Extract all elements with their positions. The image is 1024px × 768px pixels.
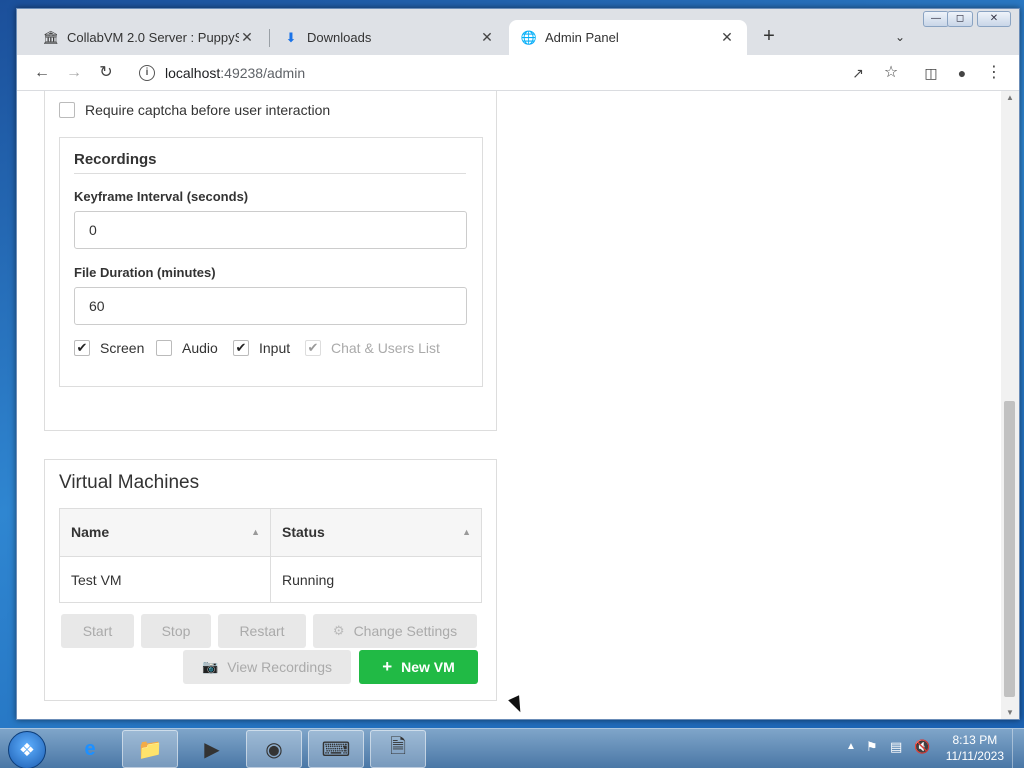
keyframe-interval-label: Keyframe Interval (seconds) bbox=[74, 189, 249, 204]
recordings-fieldset: Recordings Keyframe Interval (seconds) 0… bbox=[59, 137, 483, 387]
tab-admin-panel[interactable]: 🌐 Admin Panel ✕ bbox=[509, 20, 747, 55]
screen-label: Screen bbox=[100, 340, 145, 356]
tab-title: Downloads bbox=[307, 30, 372, 45]
stop-button[interactable]: Stop bbox=[141, 614, 211, 648]
keyboard-app-icon[interactable]: ⌨ bbox=[308, 730, 364, 768]
scroll-up-arrow-icon[interactable]: ▲ bbox=[1001, 93, 1019, 102]
vm-status-cell: Running bbox=[270, 557, 481, 602]
volume-muted-icon[interactable]: 🔇 bbox=[914, 739, 930, 755]
tab-separator bbox=[269, 29, 270, 47]
forward-icon[interactable]: → bbox=[62, 61, 86, 85]
keyframe-interval-input[interactable]: 0 bbox=[74, 211, 467, 249]
restart-button[interactable]: Restart bbox=[218, 614, 306, 648]
recordings-heading: Recordings bbox=[74, 151, 157, 168]
menu-kebab-icon[interactable]: ⋮ bbox=[982, 61, 1006, 85]
tab-title: CollabVM 2.0 Server : PuppySans bbox=[67, 30, 239, 45]
tab-collabvm[interactable]: 🏛 CollabVM 2.0 Server : PuppySans ✕ bbox=[31, 20, 267, 55]
input-label: Input bbox=[259, 340, 291, 356]
chrome-icon[interactable]: ◉ bbox=[246, 730, 302, 768]
gear-icon: ⚙ bbox=[332, 623, 345, 638]
column-header-name[interactable]: Name ▲ bbox=[60, 509, 270, 556]
vm-name-cell: Test VM bbox=[71, 572, 122, 588]
share-icon[interactable]: ↗ bbox=[846, 61, 870, 85]
profile-icon[interactable]: ● bbox=[950, 61, 974, 85]
browser-window: 🏛 CollabVM 2.0 Server : PuppySans ✕ ⬇ Do… bbox=[16, 8, 1020, 720]
checkbox-box[interactable] bbox=[59, 102, 75, 118]
tab-search-button[interactable]: ⌄ bbox=[890, 27, 910, 47]
audio-checkbox[interactable]: Audio bbox=[156, 340, 218, 356]
close-icon[interactable]: ✕ bbox=[719, 29, 735, 46]
captcha-label: Require captcha before user interaction bbox=[85, 102, 331, 118]
input-checkbox[interactable]: ✔ Input bbox=[233, 340, 290, 356]
page-scrollbar[interactable]: ▲ ▼ bbox=[1001, 91, 1019, 719]
page-content: Require captcha before user interaction … bbox=[17, 91, 1001, 719]
scroll-down-arrow-icon[interactable]: ▼ bbox=[1001, 708, 1019, 717]
internet-explorer-icon[interactable]: e bbox=[62, 730, 118, 768]
vm-table: Name ▲ Status ▲ Test VM Running bbox=[59, 508, 482, 603]
chat-users-list-checkbox: ✔ Chat & Users List bbox=[305, 340, 440, 356]
plus-icon: + bbox=[382, 657, 393, 676]
browser-toolbar: ← → ↻ i localhost:49238/admin ↗ ☆ ◫ ● ⋮ bbox=[17, 55, 1019, 91]
tab-title: Admin Panel bbox=[545, 30, 619, 45]
clock-time: 8:13 PM bbox=[952, 733, 998, 747]
divider bbox=[74, 173, 466, 174]
start-button[interactable]: ❖ bbox=[8, 731, 46, 768]
virtual-machines-panel: Virtual Machines Name ▲ Status ▲ Test VM R… bbox=[44, 459, 497, 701]
media-player-icon[interactable]: ▶ bbox=[184, 730, 240, 768]
clock-date: 11/11/2023 bbox=[945, 749, 1004, 763]
download-icon: ⬇ bbox=[285, 29, 297, 45]
checkmark-icon: ✔ bbox=[305, 340, 321, 356]
start-button[interactable]: Start bbox=[61, 614, 134, 648]
checkmark-icon[interactable]: ✔ bbox=[233, 340, 249, 356]
sort-arrow-icon: ▲ bbox=[251, 527, 260, 537]
audio-label: Audio bbox=[182, 340, 218, 356]
network-icon[interactable]: ▤ bbox=[890, 739, 902, 755]
column-header-status[interactable]: Status ▲ bbox=[270, 509, 481, 556]
file-explorer-icon[interactable]: 📁 bbox=[122, 730, 178, 768]
tray-expand-icon[interactable]: ▲ bbox=[846, 741, 856, 752]
tab-strip: 🏛 CollabVM 2.0 Server : PuppySans ✕ ⬇ Do… bbox=[17, 9, 1019, 55]
maximize-button[interactable]: ◻ bbox=[947, 11, 973, 27]
new-tab-button[interactable]: + bbox=[757, 25, 781, 49]
tab-downloads[interactable]: ⬇ Downloads ✕ bbox=[271, 20, 507, 55]
view-recordings-button[interactable]: 📷 View Recordings bbox=[183, 650, 351, 684]
show-desktop-button[interactable] bbox=[1012, 729, 1024, 768]
site-info-icon[interactable]: i bbox=[139, 65, 155, 81]
scrollbar-thumb[interactable] bbox=[1004, 401, 1015, 697]
bookmark-star-icon[interactable]: ☆ bbox=[879, 61, 903, 85]
file-duration-label: File Duration (minutes) bbox=[74, 265, 216, 280]
camera-icon: 📷 bbox=[202, 659, 219, 674]
captcha-checkbox[interactable]: Require captcha before user interaction bbox=[59, 102, 330, 118]
side-panel-icon[interactable]: ◫ bbox=[919, 61, 943, 85]
system-clock[interactable]: 8:13 PM 11/11/2023 bbox=[946, 732, 1004, 764]
close-icon[interactable]: ✕ bbox=[479, 29, 495, 46]
sort-arrow-icon: ▲ bbox=[462, 527, 471, 537]
back-icon[interactable]: ← bbox=[30, 61, 54, 85]
window-close-button[interactable]: ✕ bbox=[977, 11, 1011, 27]
globe-icon: 🌐 bbox=[520, 29, 538, 45]
screen-checkbox[interactable]: ✔ Screen bbox=[74, 340, 144, 356]
chat-users-list-label: Chat & Users List bbox=[331, 340, 440, 356]
bank-icon: 🏛 bbox=[42, 29, 60, 45]
virtual-machines-heading: Virtual Machines bbox=[59, 472, 200, 493]
table-row[interactable]: Test VM Running bbox=[60, 556, 481, 602]
address-bar[interactable]: i localhost:49238/admin bbox=[129, 59, 879, 87]
reload-icon[interactable]: ↻ bbox=[94, 61, 118, 85]
table-header-row: Name ▲ Status ▲ bbox=[60, 509, 481, 556]
change-settings-button[interactable]: ⚙ Change Settings bbox=[313, 614, 477, 648]
url-text: localhost:49238/admin bbox=[165, 65, 306, 81]
checkbox-box[interactable] bbox=[156, 340, 172, 356]
action-center-icon[interactable]: ⚑ bbox=[866, 739, 878, 755]
new-vm-button[interactable]: + New VM bbox=[359, 650, 478, 684]
checkmark-icon[interactable]: ✔ bbox=[74, 340, 90, 356]
server-settings-panel: Require captcha before user interaction … bbox=[44, 91, 497, 431]
minimize-button[interactable]: — bbox=[923, 11, 949, 27]
document-viewer-icon[interactable]: 🗎 bbox=[370, 730, 426, 768]
taskbar: ❖ e 📁 ▶ ◉ ⌨ 🗎 ▲ ⚑ ▤ 🔇 8:13 PM 11/11/2023 bbox=[0, 728, 1024, 768]
file-duration-input[interactable]: 60 bbox=[74, 287, 467, 325]
close-icon[interactable]: ✕ bbox=[239, 29, 255, 46]
